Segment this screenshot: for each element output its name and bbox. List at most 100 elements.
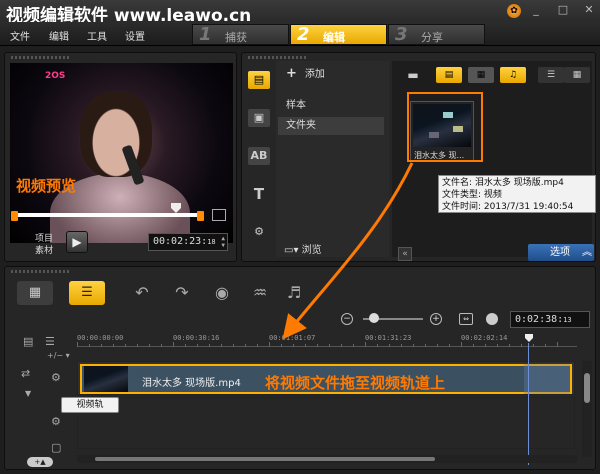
ruler-tick xyxy=(545,344,546,347)
undo-icon[interactable]: ↶ xyxy=(131,283,153,303)
ruler-tick xyxy=(233,344,234,347)
ruler-tick xyxy=(401,344,402,347)
show-audio-icon[interactable]: ♫ xyxy=(500,67,526,83)
media-library-icon[interactable]: ▤ xyxy=(248,71,270,89)
show-video-icon[interactable]: ▤ xyxy=(436,67,462,83)
timeline-panel: ▦ ☰ ↶ ↷ ◉ ♒ ♬ − + ⇔ 0:02:38:13 ▤ ☰ +/− ▾… xyxy=(4,266,596,470)
ruler-tick xyxy=(473,344,474,347)
audio-mixer-icon[interactable]: ♒ xyxy=(249,283,271,303)
panel-grip[interactable] xyxy=(11,56,71,59)
graphics-icon[interactable]: ⚙ xyxy=(248,223,270,241)
tooltip-filetype: 文件类型: 视频 xyxy=(442,190,502,200)
trim-start-marker[interactable] xyxy=(11,211,18,221)
player-timecode-frames: 18 xyxy=(207,238,216,246)
chevron-down-icon[interactable]: ▼ xyxy=(25,389,31,398)
vertical-scrollbar[interactable] xyxy=(582,361,592,457)
add-track-button[interactable]: +▲ xyxy=(27,457,53,467)
folder-item-folder[interactable]: 文件夹 xyxy=(278,117,384,135)
zoom-out-icon[interactable]: − xyxy=(341,313,353,325)
scrub-bar[interactable] xyxy=(15,213,200,217)
folder-open-icon[interactable]: ▬ xyxy=(400,67,426,83)
timeline-view-icon[interactable]: ☰ xyxy=(69,281,105,305)
zoom-in-icon[interactable]: + xyxy=(430,313,442,325)
folder-item-sample[interactable]: 样本 xyxy=(278,97,384,115)
timeline-timecode-value: 0:02:38: xyxy=(515,314,564,325)
track-list-icon[interactable]: ☰ xyxy=(45,335,55,348)
split-clip-icon[interactable] xyxy=(212,209,226,221)
step-label: 捕获 xyxy=(225,31,247,44)
step-capture-tab[interactable]: 1 捕获 xyxy=(192,24,289,45)
panel-grip[interactable] xyxy=(11,270,71,273)
app-logo-icon[interactable]: ✿ xyxy=(507,4,521,18)
ruler-tick xyxy=(485,344,486,347)
ruler-tick xyxy=(209,344,210,347)
overlay-track-icon[interactable]: ⚙ xyxy=(51,415,61,428)
timecode-spin-icon[interactable]: ▲ ▼ xyxy=(221,235,225,249)
menu-tools[interactable]: 工具 xyxy=(87,28,107,43)
add-folder-label: 添加 xyxy=(304,69,325,80)
timeline-timecode[interactable]: 0:02:38:13 xyxy=(510,311,590,328)
ruler-tick xyxy=(557,342,558,347)
ruler-tick-label: 00:00:00:00 xyxy=(77,334,124,342)
clip-thumbnail xyxy=(84,366,128,392)
video-track-icon[interactable]: ⚙ xyxy=(51,371,61,384)
clip-name: 泪水太多 现场版.mp4 xyxy=(142,378,241,389)
play-button[interactable]: ▶ xyxy=(66,231,88,253)
step-edit-tab[interactable]: 2 编辑 xyxy=(290,24,387,45)
step-label: 编辑 xyxy=(323,31,345,44)
add-folder-button[interactable]: + 添加 xyxy=(286,65,325,81)
ruler-tick xyxy=(461,342,462,347)
library-folder-nav: + 添加 样本 文件夹 ▭▾ 浏览 xyxy=(276,61,389,257)
ruler-tick xyxy=(161,344,162,347)
scrollbar-thumb[interactable] xyxy=(584,373,590,403)
overlay-track[interactable] xyxy=(77,397,575,449)
ruler-tick-label: 00:01:31:23 xyxy=(365,334,412,342)
trim-end-marker[interactable] xyxy=(197,211,204,221)
minimize-icon[interactable]: _ xyxy=(530,4,542,16)
redo-icon[interactable]: ↷ xyxy=(171,283,193,303)
player-timecode[interactable]: 00:02:23:18 ▲ ▼ xyxy=(148,233,228,251)
options-label: 选项 xyxy=(550,247,570,258)
ruler-tick xyxy=(125,344,126,347)
fit-project-icon[interactable]: ⇔ xyxy=(459,313,473,325)
thumbnail-highlight-box xyxy=(407,92,483,162)
menu-edit[interactable]: 编辑 xyxy=(49,28,69,43)
title-text-icon[interactable]: T xyxy=(248,185,270,203)
panel-grip[interactable] xyxy=(248,56,308,59)
clip-selection-overlay xyxy=(524,364,570,394)
add-remove-track-icon[interactable]: +/− ▾ xyxy=(47,351,70,360)
storyboard-view-icon[interactable]: ▦ xyxy=(17,281,53,305)
zoom-slider-knob[interactable] xyxy=(369,313,379,323)
record-capture-icon[interactable]: ◉ xyxy=(211,283,233,303)
menu-settings[interactable]: 设置 xyxy=(125,28,145,43)
transition-icon[interactable]: ▣ xyxy=(248,109,270,127)
list-view-icon[interactable]: ☰ xyxy=(538,67,564,83)
ruler-tick xyxy=(269,342,270,347)
scrollbar-thumb[interactable] xyxy=(95,457,435,461)
ruler-tick xyxy=(317,344,318,347)
browse-label: 浏览 xyxy=(301,245,322,256)
video-track[interactable]: 泪水太多 现场版.mp4 将视频文件拖至视频轨道上 xyxy=(77,361,575,395)
ruler-tick xyxy=(245,344,246,347)
maximize-icon[interactable]: □ xyxy=(557,4,569,16)
title-track-icon[interactable]: ▢ xyxy=(51,441,61,454)
step-share-tab[interactable]: 3 分享 xyxy=(388,24,485,45)
show-photo-icon[interactable]: ▦ xyxy=(468,67,494,83)
track-manager-icon[interactable]: ▤ xyxy=(23,335,33,348)
menu-file[interactable]: 文件 xyxy=(10,28,30,43)
timeline-ruler[interactable]: 00:00:00:00 00:00:30:16 00:01:01:07 00:01:3… xyxy=(77,333,577,347)
thumbnail-view-icon[interactable]: ▦ xyxy=(564,67,590,83)
options-button[interactable]: 选项 ︽ xyxy=(528,244,594,261)
filter-icon[interactable]: AB xyxy=(248,147,270,165)
auto-music-icon[interactable]: ♬ xyxy=(283,283,305,303)
close-icon[interactable]: ✕ xyxy=(583,4,595,16)
horizontal-scrollbar[interactable] xyxy=(77,455,577,463)
ruler-tick xyxy=(113,344,114,347)
playhead-line xyxy=(528,343,529,465)
ruler-tick xyxy=(293,344,294,347)
mode-clip-label[interactable]: 素材 xyxy=(35,243,53,256)
collapse-arrow-icon[interactable]: « xyxy=(398,247,412,261)
video-clip[interactable]: 泪水太多 现场版.mp4 将视频文件拖至视频轨道上 xyxy=(80,364,572,394)
ripple-edit-icon[interactable]: ⇄ xyxy=(21,367,30,380)
browse-button[interactable]: ▭▾ 浏览 xyxy=(284,241,322,256)
